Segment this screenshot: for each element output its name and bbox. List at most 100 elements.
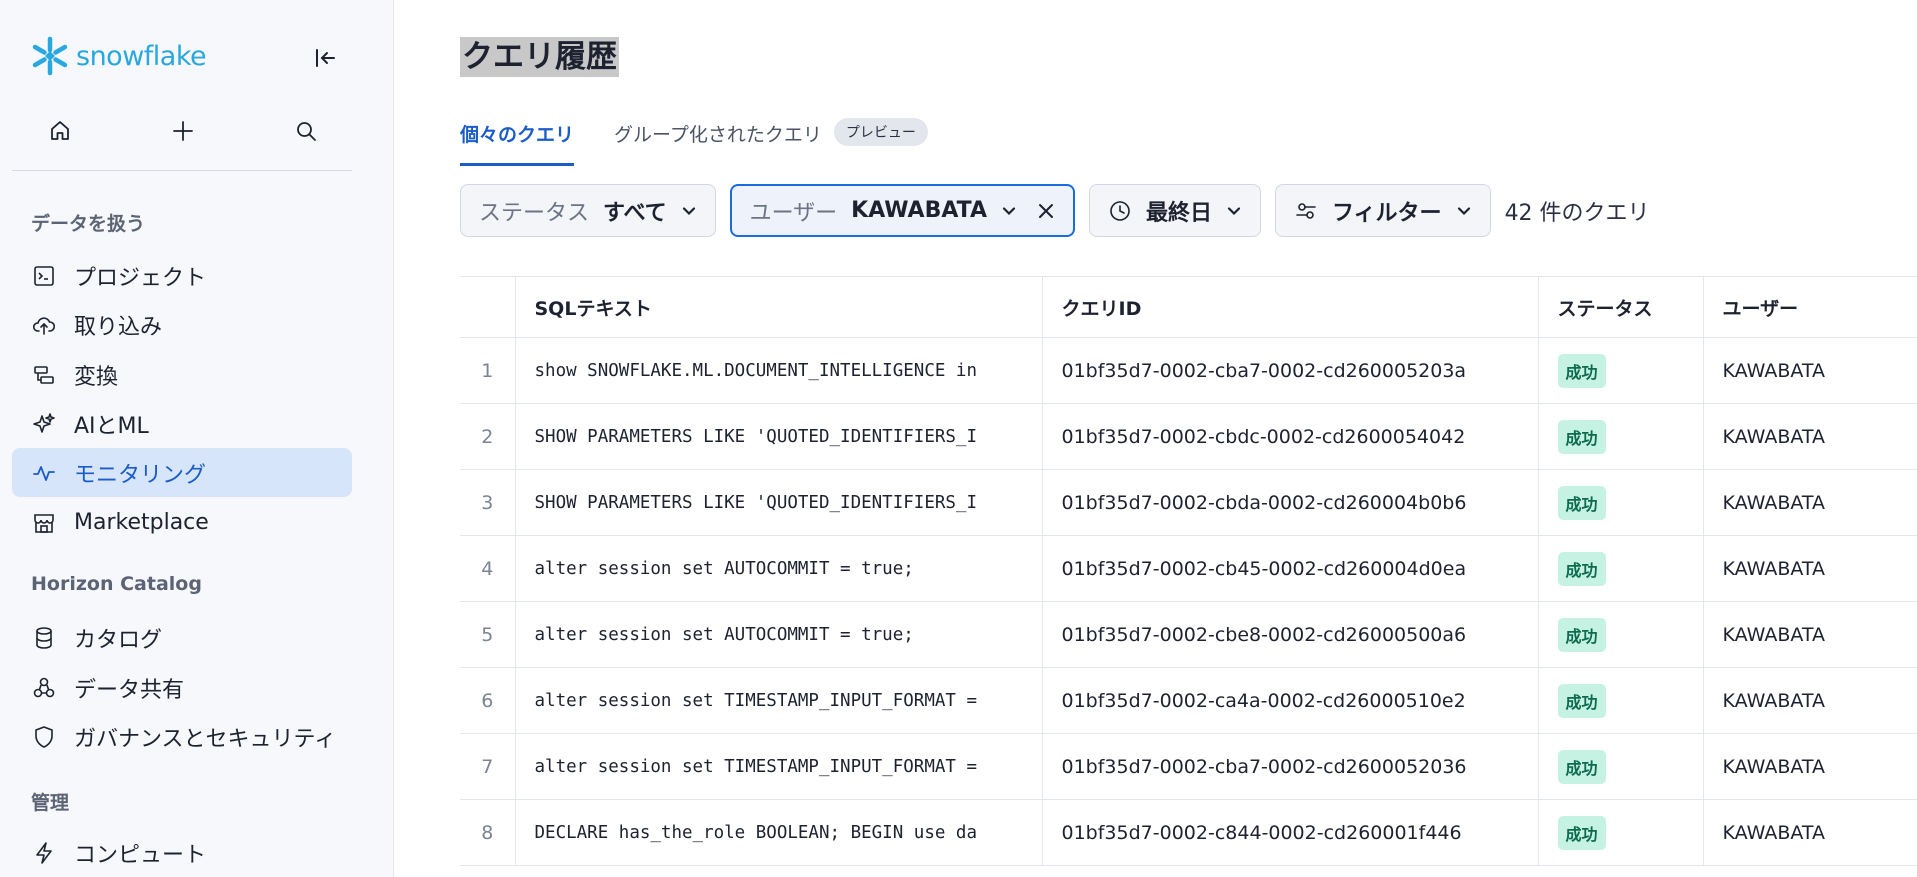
query-id-cell[interactable]: 01bf35d7-0002-cbdc-0002-cd2600054042 <box>1042 403 1539 470</box>
status-cell: 成功 <box>1538 601 1704 668</box>
sidebar-item-marketplace[interactable]: Marketplace <box>12 498 352 547</box>
user-filter-value: KAWABATA <box>851 198 987 223</box>
snowflake-logo[interactable]: snowflake <box>30 36 207 76</box>
search-button[interactable] <box>286 114 326 148</box>
activity-icon <box>32 461 56 485</box>
tab-label: 個々のクエリ <box>460 124 575 146</box>
sparkle-icon <box>32 412 56 436</box>
row-number: 6 <box>460 667 516 734</box>
tab-label: グループ化されたクエリ <box>614 124 822 146</box>
status-badge: 成功 <box>1557 815 1606 850</box>
plus-icon <box>173 121 193 141</box>
user-filter[interactable]: ユーザー KAWABATA <box>729 184 1075 237</box>
status-filter-value: すべて <box>603 200 667 226</box>
sidebar-item-catalog[interactable]: カタログ <box>12 613 352 662</box>
user-cell: KAWABATA <box>1703 337 1917 404</box>
sql-text-cell[interactable]: SHOW PARAMETERS LIKE 'QUOTED_IDENTIFIERS… <box>515 469 1043 536</box>
table-row[interactable]: 2 SHOW PARAMETERS LIKE 'QUOTED_IDENTIFIER… <box>460 403 1917 470</box>
section-label-data: データを扱う <box>31 213 146 235</box>
query-id-cell[interactable]: 01bf35d7-0002-cba7-0002-cd2600052036 <box>1042 733 1539 800</box>
sidebar-item-monitoring[interactable]: モニタリング <box>12 448 352 497</box>
sql-text-cell[interactable]: alter session set TIMESTAMP_INPUT_FORMAT… <box>515 733 1043 800</box>
cloud-upload-icon <box>32 313 56 337</box>
user-cell: KAWABATA <box>1703 799 1917 866</box>
home-button[interactable] <box>40 114 80 148</box>
table-row[interactable]: 8 DECLARE has_the_role BOOLEAN; BEGIN use… <box>460 799 1917 866</box>
chevron-down-icon <box>1457 206 1470 215</box>
query-id-cell[interactable]: 01bf35d7-0002-cba7-0002-cd260005203a <box>1042 337 1539 404</box>
date-filter[interactable]: 最終日 <box>1088 184 1261 237</box>
quick-actions <box>40 114 326 148</box>
sql-text-cell[interactable]: DECLARE has_the_role BOOLEAN; BEGIN use … <box>515 799 1043 866</box>
sql-text-cell[interactable]: show SNOWFLAKE.ML.DOCUMENT_INTELLIGENCE … <box>515 337 1043 404</box>
sql-text-cell[interactable]: alter session set AUTOCOMMIT = true; <box>515 601 1043 668</box>
sql-text-cell[interactable]: alter session set TIMESTAMP_INPUT_FORMAT… <box>515 667 1043 734</box>
sidebar-item-ingest[interactable]: 取り込み <box>12 300 352 349</box>
column-header-user[interactable]: ユーザー <box>1703 276 1917 338</box>
sidebar-item-label: 取り込み <box>74 314 163 340</box>
home-icon <box>51 121 69 140</box>
column-header-query-id[interactable]: クエリID <box>1042 276 1539 338</box>
status-cell: 成功 <box>1538 535 1704 602</box>
shield-icon <box>32 725 56 749</box>
sidebar-item-label: カタログ <box>74 627 163 653</box>
query-id-cell[interactable]: 01bf35d7-0002-cbda-0002-cd260004b0b6 <box>1042 469 1539 536</box>
chevron-down-icon <box>1002 206 1016 215</box>
status-cell: 成功 <box>1538 337 1704 404</box>
sidebar-item-transform[interactable]: 変換 <box>12 350 352 399</box>
query-id-cell[interactable]: 01bf35d7-0002-ca4a-0002-cd26000510e2 <box>1042 667 1539 734</box>
table-row[interactable]: 1 show SNOWFLAKE.ML.DOCUMENT_INTELLIGENCE… <box>460 337 1917 404</box>
query-tabs: 個々のクエリ グループ化されたクエリ プレビュー <box>460 112 928 166</box>
tab-grouped-queries[interactable]: グループ化されたクエリ プレビュー <box>614 112 928 166</box>
user-cell: KAWABATA <box>1703 733 1917 800</box>
table-row[interactable]: 5 alter session set AUTOCOMMIT = true; 01b… <box>460 601 1917 668</box>
clock-icon <box>1110 200 1130 221</box>
collapse-sidebar-button[interactable] <box>310 43 340 73</box>
main-content: クエリ履歴 個々のクエリ グループ化されたクエリ プレビュー ステータス すべて… <box>394 0 1917 877</box>
table-header-row: SQLテキスト クエリID ステータス ユーザー <box>460 276 1917 338</box>
sidebar-item-label: データ共有 <box>74 677 185 703</box>
table-row[interactable]: 3 SHOW PARAMETERS LIKE 'QUOTED_IDENTIFIER… <box>460 469 1917 536</box>
sidebar-item-projects[interactable]: プロジェクト <box>12 251 352 300</box>
chevron-down-icon <box>682 206 695 215</box>
sidebar-item-label: AIとML <box>74 413 149 439</box>
sidebar-item-ai-ml[interactable]: AIとML <box>12 399 352 448</box>
status-cell: 成功 <box>1538 667 1704 734</box>
sidebar-item-label: ガバナンスとセキュリティ <box>74 726 337 752</box>
filter-sliders-icon <box>1296 202 1316 219</box>
table-row[interactable]: 7 alter session set TIMESTAMP_INPUT_FORMA… <box>460 733 1917 800</box>
sidebar-item-label: 変換 <box>74 364 119 390</box>
collapse-left-icon <box>316 49 335 67</box>
status-filter[interactable]: ステータス すべて <box>460 184 716 237</box>
sql-text-cell[interactable]: alter session set AUTOCOMMIT = true; <box>515 535 1043 602</box>
query-count: 42 件のクエリ <box>1504 200 1650 226</box>
row-number: 2 <box>460 403 516 470</box>
table-row[interactable]: 4 alter session set AUTOCOMMIT = true; 01b… <box>460 535 1917 602</box>
sidebar-item-governance[interactable]: ガバナンスとセキュリティ <box>12 712 352 761</box>
status-badge: 成功 <box>1557 749 1606 784</box>
sidebar: snowflake データを扱う プロジェクト 取り込み 変換 AIとML モニ… <box>0 0 394 877</box>
tab-individual-queries[interactable]: 個々のクエリ <box>460 112 575 166</box>
sidebar-item-compute[interactable]: コンピュート <box>12 828 352 877</box>
row-number: 5 <box>460 601 516 668</box>
column-header-sql[interactable]: SQLテキスト <box>515 276 1043 338</box>
sidebar-item-label: コンピュート <box>74 842 207 868</box>
terminal-icon <box>32 264 56 288</box>
more-filters-button[interactable]: フィルター <box>1275 184 1491 237</box>
sql-text-cell[interactable]: SHOW PARAMETERS LIKE 'QUOTED_IDENTIFIERS… <box>515 403 1043 470</box>
row-number: 8 <box>460 799 516 866</box>
query-id-cell[interactable]: 01bf35d7-0002-cb45-0002-cd260004d0ea <box>1042 535 1539 602</box>
column-header-status[interactable]: ステータス <box>1538 276 1704 338</box>
user-cell: KAWABATA <box>1703 469 1917 536</box>
user-cell: KAWABATA <box>1703 403 1917 470</box>
table-row[interactable]: 6 alter session set TIMESTAMP_INPUT_FORMA… <box>460 667 1917 734</box>
sidebar-item-data-sharing[interactable]: データ共有 <box>12 663 352 712</box>
page-title: クエリ履歴 <box>460 37 619 77</box>
date-filter-value: 最終日 <box>1145 200 1212 226</box>
query-id-cell[interactable]: 01bf35d7-0002-cbe8-0002-cd26000500a6 <box>1042 601 1539 668</box>
query-id-cell[interactable]: 01bf35d7-0002-c844-0002-cd260001f446 <box>1042 799 1539 866</box>
clear-filter-icon[interactable] <box>1037 202 1055 220</box>
status-cell: 成功 <box>1538 403 1704 470</box>
create-button[interactable] <box>163 114 203 148</box>
more-filters-label: フィルター <box>1332 200 1442 226</box>
